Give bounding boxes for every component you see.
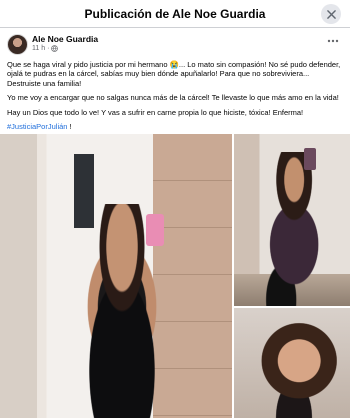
photo-top-right[interactable]: [234, 134, 350, 306]
more-horizontal-icon: [327, 39, 339, 43]
photo-grid: [0, 134, 350, 418]
more-options-button[interactable]: [325, 35, 341, 47]
post-meta: 11 h ·: [32, 45, 59, 52]
photo-subject: [242, 312, 346, 418]
globe-icon: [51, 45, 59, 52]
hashtag-line: #JusticiaPorJulián !: [7, 122, 344, 131]
meta-separator: ·: [47, 45, 50, 52]
author-name[interactable]: Ale Noe Guardia: [32, 34, 98, 44]
hashtag-link[interactable]: #JusticiaPorJulián: [7, 122, 67, 131]
photo-subject: [304, 148, 316, 170]
photo-subject: [146, 214, 164, 246]
photo-subject: [238, 152, 346, 306]
photo-main[interactable]: [0, 134, 232, 418]
close-icon: [326, 9, 336, 19]
modal-header: Publicación de Ale Noe Guardia: [0, 0, 350, 28]
hashtag-suffix: !: [67, 122, 72, 132]
photo-subject: [62, 204, 182, 418]
modal-title: Publicación de Ale Noe Guardia: [84, 6, 266, 21]
photo-bottom-right[interactable]: [234, 308, 350, 418]
post-paragraph: Hay un Dios que todo lo ve! Y vas a sufr…: [7, 107, 304, 117]
post-header: Ale Noe Guardia 11 h ·: [7, 33, 343, 57]
post-modal: Publicación de Ale Noe Guardia Ale Noe G…: [0, 0, 350, 418]
post-time[interactable]: 11 h: [32, 45, 45, 52]
post-paragraph: Yo me voy a encargar que no salgas nunca…: [7, 93, 339, 103]
avatar[interactable]: [7, 34, 28, 55]
close-button[interactable]: [321, 4, 341, 24]
post-paragraph: Que se haga viral y pido justicia por mi…: [7, 60, 341, 88]
post-text: Que se haga viral y pido justicia por mi…: [7, 60, 344, 136]
